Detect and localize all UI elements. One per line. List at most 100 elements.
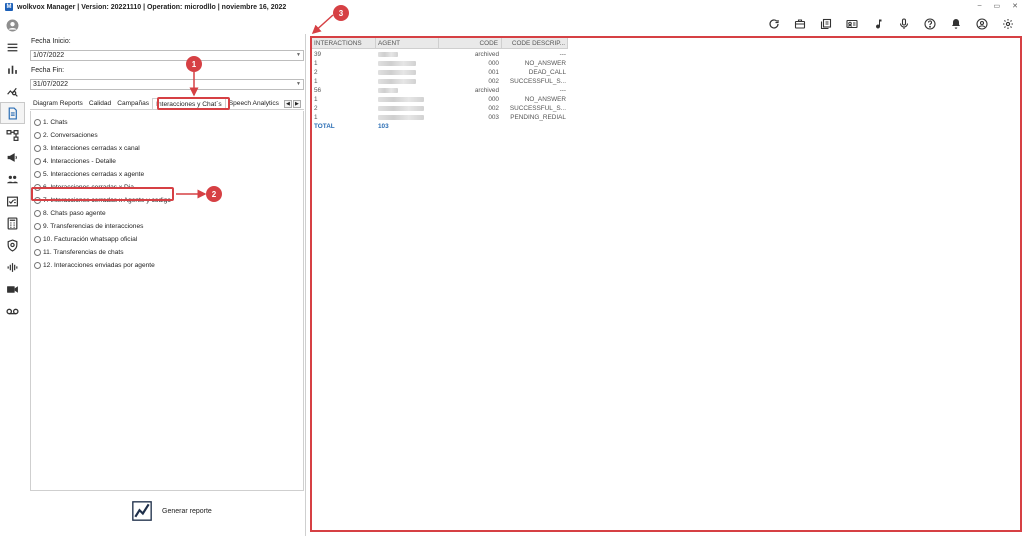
radio-button[interactable] — [34, 118, 41, 126]
tab-speech-analytics[interactable]: Speech Analytics — [226, 98, 282, 109]
table-row-total[interactable]: TOTAL 103 — [312, 122, 568, 131]
trend-icon[interactable] — [0, 80, 25, 102]
user-avatar-icon[interactable] — [0, 14, 25, 36]
cell-code: archived — [474, 87, 499, 94]
flow-icon[interactable] — [0, 124, 25, 146]
menu-icon[interactable] — [0, 36, 25, 58]
audio-wave-icon[interactable] — [0, 256, 25, 278]
radio-button[interactable] — [34, 209, 41, 217]
fecha-inicio-field[interactable]: 1/07/2022 ▼ — [30, 50, 304, 61]
annotation-badge-3: 3 — [333, 5, 349, 21]
report-option-label: 3. Interacciones cerradas x canal — [43, 144, 140, 152]
tab-campanas[interactable]: Campañas — [114, 98, 152, 109]
panel-splitter[interactable] — [305, 34, 306, 536]
table-row[interactable]: 39 archived --- — [312, 50, 568, 59]
music-note-icon[interactable] — [868, 16, 888, 32]
radio-button[interactable] — [34, 131, 41, 139]
cell-interactions: 1 — [314, 114, 318, 121]
table-row[interactable]: 2 002 SUCCESSFUL_S... — [312, 104, 568, 113]
restore-button[interactable]: ▭ — [994, 2, 1001, 10]
radio-button[interactable] — [34, 248, 41, 256]
table-row[interactable]: 1 002 SUCCESSFUL_S... — [312, 77, 568, 86]
report-option-12[interactable]: 12. Interacciones enviadas por agente — [34, 260, 155, 270]
cell-agent-redacted — [376, 113, 439, 122]
task-icon[interactable] — [0, 190, 25, 212]
column-header-code[interactable]: CODE — [439, 38, 502, 48]
tab-scroll-right-icon[interactable]: ▶ — [292, 99, 301, 108]
fecha-fin-field[interactable]: 31/07/2022 ▼ — [30, 79, 304, 90]
calculator-icon[interactable] — [0, 212, 25, 234]
book-icon[interactable] — [816, 16, 836, 32]
chevron-down-icon[interactable]: ▼ — [296, 80, 301, 89]
cell-interactions: 2 — [314, 69, 318, 76]
radio-button[interactable] — [34, 157, 41, 165]
report-option-11[interactable]: 11. Transferencias de chats — [34, 247, 124, 257]
radio-button[interactable] — [34, 144, 41, 152]
column-header-interactions[interactable]: INTERACTIONS — [312, 38, 376, 48]
fecha-inicio-value: 1/07/2022 — [33, 52, 65, 59]
generate-report-button[interactable]: Generar reporte — [132, 501, 212, 521]
briefcase-icon[interactable] — [790, 16, 810, 32]
cell-agent-redacted — [376, 68, 439, 77]
radio-button[interactable] — [34, 261, 41, 269]
tab-diagram-reports[interactable]: Diagram Reports — [30, 98, 86, 109]
cell-code: 002 — [488, 105, 499, 112]
table-row[interactable]: 2 001 DEAD_CALL — [312, 68, 568, 77]
cell-agent-redacted — [376, 104, 439, 113]
reports-icon[interactable] — [0, 102, 25, 124]
report-option-label: 1. Chats — [43, 118, 68, 126]
column-header-agent[interactable]: AGENT — [376, 38, 439, 48]
close-button[interactable]: ✕ — [1012, 2, 1018, 10]
voicemail-icon[interactable] — [0, 300, 25, 322]
report-option-5[interactable]: 5. Interacciones cerradas x agente — [34, 169, 144, 179]
video-icon[interactable] — [0, 278, 25, 300]
column-header-code-description[interactable]: CODE DESCRIP... — [502, 38, 568, 48]
report-option-9[interactable]: 9. Transferencias de interacciones — [34, 221, 143, 231]
bell-icon[interactable] — [946, 16, 966, 32]
shield-icon[interactable] — [0, 234, 25, 256]
chevron-down-icon[interactable]: ▼ — [296, 51, 301, 60]
cell-interactions: 1 — [314, 78, 318, 85]
annotation-badge-2: 2 — [206, 186, 222, 202]
gear-icon[interactable] — [998, 16, 1018, 32]
table-row[interactable]: 1 003 PENDING_REDIAL — [312, 113, 568, 122]
table-row[interactable]: 1 000 NO_ANSWER — [312, 95, 568, 104]
report-option-8[interactable]: 8. Chats paso agente — [34, 208, 106, 218]
user-circle-icon[interactable] — [972, 16, 992, 32]
report-option-label: 9. Transferencias de interacciones — [43, 222, 144, 230]
cell-interactions: 1 — [314, 60, 318, 67]
radio-button[interactable] — [34, 170, 41, 178]
report-option-label: 4. Interacciones - Detalle — [43, 157, 116, 165]
contact-card-icon[interactable] — [842, 16, 862, 32]
team-icon[interactable] — [0, 168, 25, 190]
report-option-4[interactable]: 4. Interacciones - Detalle — [34, 156, 116, 166]
refresh-icon[interactable] — [764, 16, 784, 32]
report-option-1[interactable]: 1. Chats — [34, 117, 68, 127]
cell-description: SUCCESSFUL_S... — [509, 78, 566, 85]
fecha-inicio-label: Fecha Inicio: — [31, 38, 71, 45]
generate-report-label: Generar reporte — [162, 507, 212, 515]
table-row[interactable]: 56 archived --- — [312, 86, 568, 95]
report-option-3[interactable]: 3. Interacciones cerradas x canal — [34, 143, 140, 153]
microphone-icon[interactable] — [894, 16, 914, 32]
cell-description: --- — [559, 51, 566, 58]
cell-agent-redacted — [376, 50, 439, 59]
report-option-10[interactable]: 10. Facturación whatsapp oficial — [34, 234, 137, 244]
minimize-button[interactable]: – — [978, 2, 982, 10]
help-icon[interactable] — [920, 16, 940, 32]
cell-interactions: 2 — [314, 105, 318, 112]
table-row[interactable]: 1 000 NO_ANSWER — [312, 59, 568, 68]
megaphone-icon[interactable] — [0, 146, 25, 168]
cell-interactions: 56 — [314, 87, 322, 94]
radio-button[interactable] — [34, 222, 41, 230]
report-option-2[interactable]: 2. Conversaciones — [34, 130, 98, 140]
tab-calidad[interactable]: Calidad — [86, 98, 114, 109]
tab-scroll-left-icon[interactable]: ◀ — [283, 99, 292, 108]
report-option-label: 12. Interacciones enviadas por agente — [43, 261, 155, 269]
cell-agent-redacted — [376, 59, 439, 68]
window-title: wolkvox Manager | Version: 20221110 | Op… — [17, 3, 287, 11]
bar-chart-icon[interactable] — [0, 58, 25, 80]
radio-button[interactable] — [34, 235, 41, 243]
cell-code: archived — [474, 51, 499, 58]
app-logo-icon: M — [5, 3, 13, 11]
